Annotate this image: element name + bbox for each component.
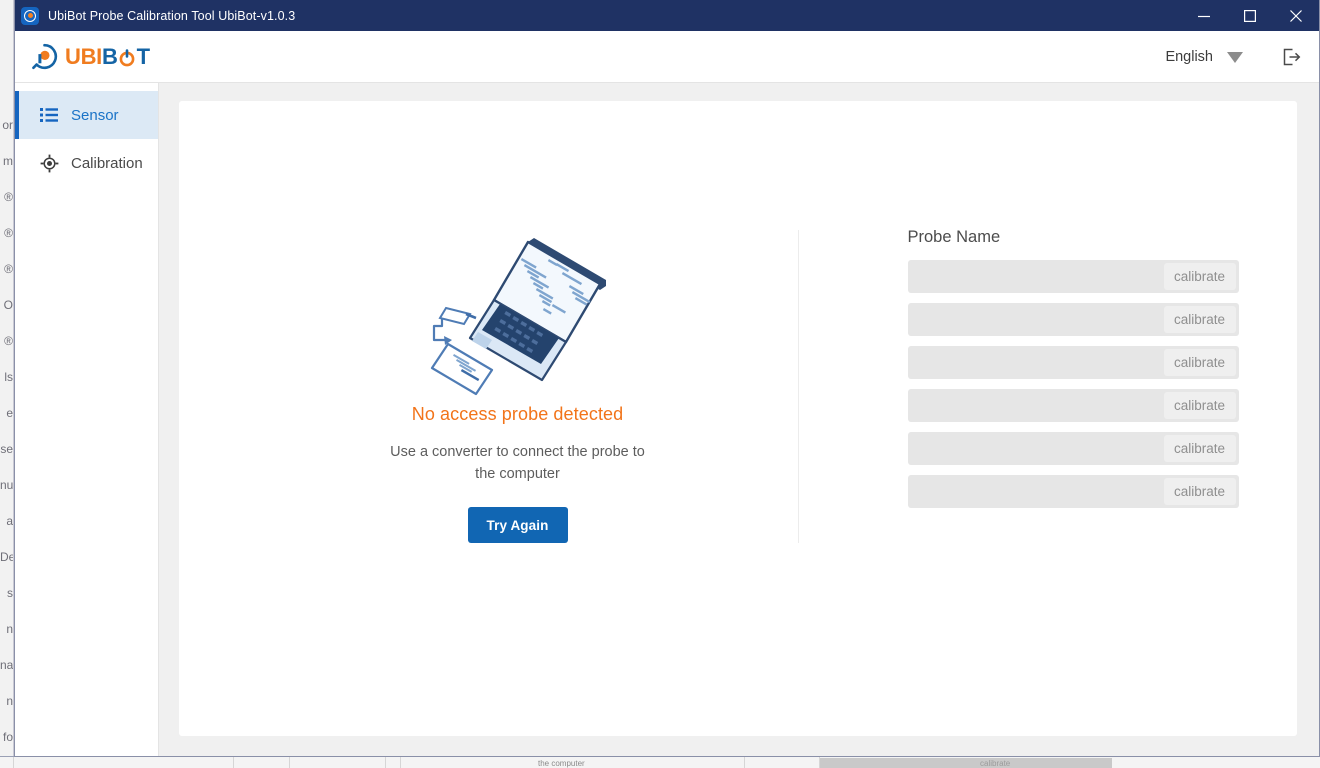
probe-row[interactable]: calibrate (907, 432, 1239, 465)
ubibot-logo-icon (21, 6, 39, 25)
probe-name-heading: Probe Name (907, 228, 1001, 246)
brand-part-b: B (102, 43, 118, 69)
brand-part-o-power-icon (118, 48, 136, 66)
background-text-fragment: na (0, 658, 14, 672)
empty-state-description: Use a converter to connect the probe to … (390, 444, 645, 482)
background-window-left-strip: orm®®®O®lsesenuaDesnnanfoin (0, 0, 14, 768)
background-text-fragment: fo (2, 730, 13, 744)
background-text-fragment: ® (4, 334, 13, 348)
background-text-fragment: De (0, 550, 14, 564)
background-text-fragment: a (6, 514, 13, 528)
probe-row[interactable]: calibrate (907, 346, 1239, 379)
empty-state: No access probe detected Use a converter… (238, 222, 798, 543)
sidebar-nav: Sensor Calibration (15, 83, 159, 756)
calibrate-button[interactable]: calibrate (1163, 349, 1236, 376)
background-text-fragment: or (2, 118, 13, 132)
background-text-calibrate: calibrate (980, 759, 1011, 768)
language-label: English (1165, 49, 1213, 65)
probe-list-panel: Probe Name calibrate calibrate calibrate… (799, 222, 1239, 518)
calibrate-button[interactable]: calibrate (1163, 263, 1236, 290)
calibrate-button[interactable]: calibrate (1163, 306, 1236, 333)
sidebar-item-label: Calibration (71, 154, 143, 172)
main-panel-card: No access probe detected Use a converter… (179, 101, 1297, 736)
background-window-bottom-strip: the computer calibrate (0, 756, 1320, 768)
empty-state-title: No access probe detected (411, 404, 624, 424)
background-text-fragment: n (6, 694, 13, 708)
application-window: UbiBot Probe Calibration Tool UbiBot-v1.… (14, 0, 1320, 757)
content-area: No access probe detected Use a converter… (159, 83, 1319, 756)
try-again-button[interactable]: Try Again (467, 507, 568, 543)
background-text-fragment: ® (4, 262, 13, 276)
brand-part-ubi: UBI (65, 43, 102, 69)
window-controls (1181, 0, 1319, 31)
logout-icon[interactable] (1279, 45, 1303, 69)
header-actions: English (1165, 31, 1303, 83)
sidebar-item-calibration[interactable]: Calibration (15, 139, 158, 187)
background-text-fragment: e (6, 406, 13, 420)
probe-row[interactable]: calibrate (907, 303, 1239, 336)
brand-wordmark: UBI B T (65, 43, 150, 69)
minimize-icon[interactable] (1181, 0, 1227, 31)
background-text-fragment: ® (4, 190, 13, 204)
background-text-fragment: ® (4, 226, 13, 240)
window-title: UbiBot Probe Calibration Tool UbiBot-v1.… (48, 8, 296, 23)
language-selector[interactable]: English (1165, 49, 1243, 65)
background-text-fragment: ls (4, 370, 13, 384)
calibrate-button[interactable]: calibrate (1163, 435, 1236, 462)
background-text-fragment: s (7, 586, 13, 600)
background-text-fragment: n (6, 622, 13, 636)
probe-row[interactable]: calibrate (907, 260, 1239, 293)
calibrate-button[interactable]: calibrate (1163, 392, 1236, 419)
desktop-background: orm®®®O®lsesenuaDesnnanfoin the computer… (0, 0, 1320, 768)
crosshair-target-icon (39, 153, 59, 173)
ubibot-circle-logo-icon (31, 43, 58, 70)
calibrate-button[interactable]: calibrate (1163, 478, 1236, 505)
list-icon (39, 105, 59, 125)
background-text-fragment: m (3, 154, 13, 168)
sidebar-item-sensor[interactable]: Sensor (15, 91, 158, 139)
title-bar[interactable]: UbiBot Probe Calibration Tool UbiBot-v1.… (15, 0, 1319, 31)
maximize-icon[interactable] (1227, 0, 1273, 31)
app-body: Sensor Calibration No access probe detec… (15, 83, 1319, 756)
app-header: UBI B T English (15, 31, 1319, 83)
brand-logo: UBI B T (31, 42, 150, 72)
brand-part-t: T (136, 43, 150, 69)
background-text-fragment: se (0, 442, 13, 456)
laptop-with-converter-illustration (430, 238, 606, 396)
background-text-fragment: O (3, 298, 13, 312)
close-icon[interactable] (1273, 0, 1319, 31)
background-text-computer: the computer (538, 759, 585, 768)
background-text-fragment: nu (0, 478, 14, 492)
probe-row[interactable]: calibrate (907, 389, 1239, 422)
probe-row[interactable]: calibrate (907, 475, 1239, 508)
sidebar-item-label: Sensor (71, 106, 119, 124)
chevron-down-icon[interactable] (1227, 51, 1243, 63)
